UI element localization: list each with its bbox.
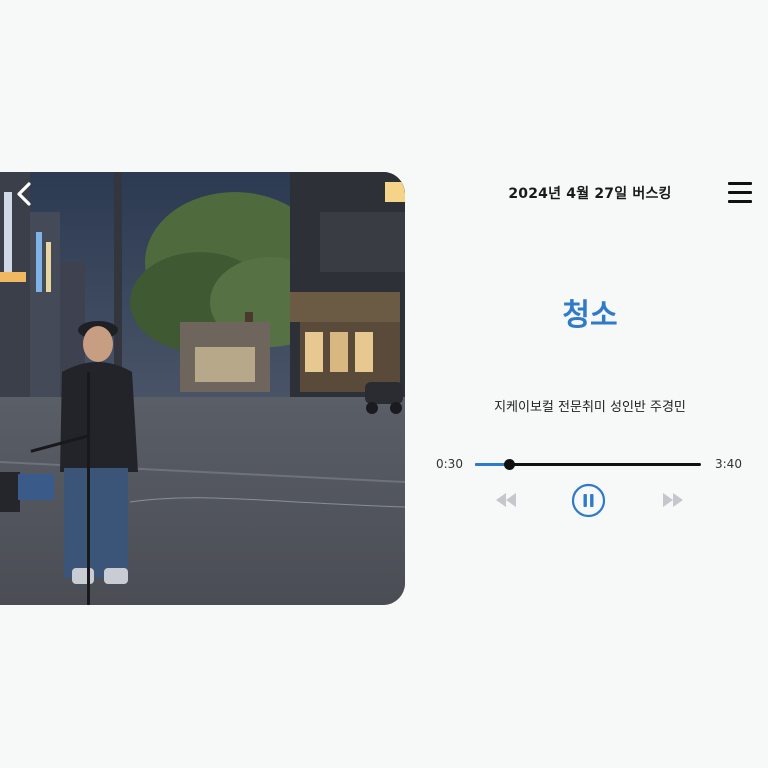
total-time: 3:40 xyxy=(715,457,742,471)
pause-button[interactable] xyxy=(571,483,606,518)
busking-video[interactable] xyxy=(0,172,405,605)
song-title: 청소 xyxy=(562,298,618,333)
pause-icon xyxy=(571,483,606,518)
progress-knob[interactable] xyxy=(503,459,515,470)
player-screen: 2024년 4월 27일 버스킹 청소 지케이보컬 전문취미 성인반 주경민 0… xyxy=(0,0,768,768)
current-time: 0:30 xyxy=(436,457,463,471)
menu-button[interactable] xyxy=(726,180,754,206)
fast-forward-icon xyxy=(663,493,683,507)
next-button[interactable] xyxy=(661,491,685,509)
progress-bar[interactable] xyxy=(475,459,701,470)
rewind-icon xyxy=(496,493,516,507)
hamburger-menu-icon xyxy=(728,182,752,185)
artist-name: 지케이보컬 전문취미 성인반 주경민 xyxy=(494,400,686,415)
chevron-left-icon xyxy=(17,182,31,206)
event-date-title: 2024년 4월 27일 버스킹 xyxy=(508,186,672,202)
street-scene-image xyxy=(0,172,405,605)
back-button[interactable] xyxy=(10,180,38,208)
previous-button[interactable] xyxy=(494,491,518,509)
